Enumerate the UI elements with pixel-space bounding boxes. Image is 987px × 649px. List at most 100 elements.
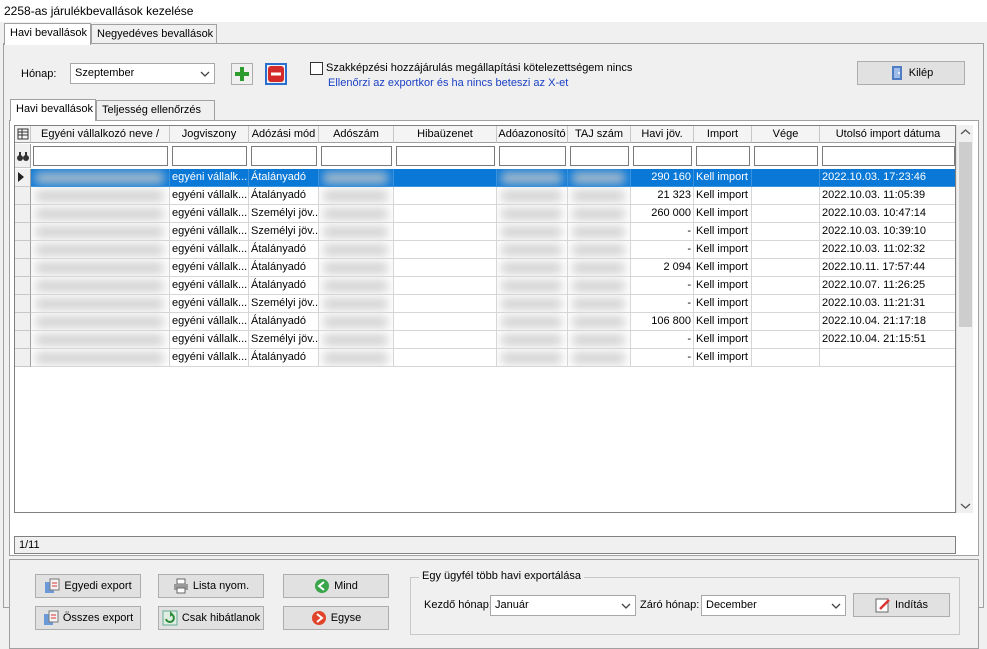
row-indicator[interactable]: [15, 223, 31, 241]
cell-jogviszony: egyéni vállalk...: [170, 169, 249, 187]
csak-hibatlanok-button[interactable]: Csak hibátlanok: [158, 606, 264, 630]
table-row[interactable]: egyéni vállalk... Átalányadó 106 800 Kell i…: [15, 313, 955, 331]
table-row[interactable]: egyéni vállalk... Átalányadó - Kell import 2…: [15, 241, 955, 259]
cell-hibauzenet: [394, 223, 497, 241]
lista-nyom-button[interactable]: Lista nyom.: [158, 574, 264, 598]
month-select[interactable]: Szeptember: [70, 63, 215, 84]
month-label: Hónap:: [21, 68, 57, 80]
row-indicator[interactable]: [15, 313, 31, 331]
filter-taj-szam[interactable]: [570, 146, 629, 166]
inditas-button[interactable]: Indítás: [853, 593, 950, 617]
cell-datum: 2022.10.04. 21:17:18: [820, 313, 955, 331]
redacted-area: [35, 334, 164, 346]
cell-datum: 2022.10.03. 11:21:31: [820, 295, 955, 313]
cell-hibauzenet: [394, 205, 497, 223]
tab-havi-bevallasok[interactable]: Havi bevallások: [4, 23, 91, 45]
row-indicator[interactable]: [15, 349, 31, 367]
col-header-vege[interactable]: Vége: [752, 126, 820, 143]
redacted-area: [572, 352, 625, 364]
cell-adozasi-mod: Átalányadó: [249, 187, 319, 205]
redacted-area: [501, 190, 562, 202]
cell-havi-jov: 106 800: [631, 313, 694, 331]
table-row[interactable]: egyéni vállalk... Átalányadó 290 160 Kell i…: [15, 169, 955, 187]
egyse-label: Egyse: [330, 612, 362, 624]
start-month-select[interactable]: Január: [490, 595, 636, 616]
row-indicator[interactable]: [15, 295, 31, 313]
table-row[interactable]: egyéni vállalk... Személyi jöv... 260 000 K…: [15, 205, 955, 223]
mind-button[interactable]: Mind: [283, 574, 389, 598]
filter-vege[interactable]: [754, 146, 818, 166]
table-row[interactable]: egyéni vállalk... Átalányadó - Kell import 2…: [15, 277, 955, 295]
add-button[interactable]: [231, 63, 253, 85]
table-row[interactable]: egyéni vállalk... Átalányadó - Kell import: [15, 349, 955, 367]
row-indicator[interactable]: [15, 205, 31, 223]
col-header-utolso-import[interactable]: Utolsó import dátuma: [820, 126, 955, 143]
tab-teljesseg-ellenorzes[interactable]: Teljesség ellenőrzés: [96, 100, 215, 120]
cell-adozasi-mod: Átalányadó: [249, 349, 319, 367]
filter-adozasi-mod[interactable]: [251, 146, 317, 166]
cell-nev: [31, 313, 170, 331]
cell-adoazonosito: [497, 205, 568, 223]
declarations-grid[interactable]: Egyéni vállalkozó neve / Jogviszony Adóz…: [14, 125, 956, 513]
row-indicator[interactable]: [15, 169, 31, 187]
scroll-thumb[interactable]: [959, 142, 972, 327]
filter-hibauzenet[interactable]: [396, 146, 495, 166]
row-indicator[interactable]: [15, 259, 31, 277]
filter-adoazonosito[interactable]: [499, 146, 566, 166]
cell-vege: [752, 169, 820, 187]
cell-hibauzenet: [394, 169, 497, 187]
table-row[interactable]: egyéni vállalk... Átalányadó 21 323 Kell im…: [15, 187, 955, 205]
row-indicator[interactable]: [15, 277, 31, 295]
redacted-area: [572, 244, 625, 256]
filter-adoszam[interactable]: [321, 146, 392, 166]
osszes-export-button[interactable]: Összes export: [35, 606, 141, 630]
egyedi-export-label: Egyedi export: [64, 580, 132, 592]
cell-adoazonosito: [497, 169, 568, 187]
cell-adoazonosito: [497, 259, 568, 277]
egyedi-export-button[interactable]: Egyedi export: [35, 574, 141, 598]
egyse-button[interactable]: Egyse: [283, 606, 389, 630]
filter-nev[interactable]: [33, 146, 168, 166]
filter-utolso-import[interactable]: [822, 146, 955, 166]
plus-icon: [235, 67, 249, 81]
table-row[interactable]: egyéni vállalk... Személyi jöv... - Kell im…: [15, 331, 955, 349]
redacted-area: [501, 352, 562, 364]
door-exit-icon: [891, 66, 902, 80]
col-header-jogviszony[interactable]: Jogviszony: [170, 126, 249, 143]
grid-corner[interactable]: [15, 126, 31, 143]
cell-import: Kell import: [694, 169, 752, 187]
col-header-adoazonosito[interactable]: Adóazonosító: [497, 126, 568, 143]
cell-taj-szam: [568, 259, 631, 277]
end-month-label: Záró hónap:: [640, 599, 700, 611]
row-indicator[interactable]: [15, 187, 31, 205]
filter-jogviszony[interactable]: [172, 146, 247, 166]
redacted-area: [501, 280, 562, 292]
cell-nev: [31, 169, 170, 187]
col-header-adoszam[interactable]: Adószám: [319, 126, 394, 143]
filter-havi-jov[interactable]: [633, 146, 692, 166]
col-header-nev[interactable]: Egyéni vállalkozó neve /: [31, 126, 170, 143]
col-header-taj-szam[interactable]: TAJ szám: [568, 126, 631, 143]
inditas-label: Indítás: [894, 599, 929, 611]
redacted-area: [323, 172, 388, 184]
remove-button[interactable]: [265, 63, 287, 85]
col-header-havi-jov[interactable]: Havi jöv.: [631, 126, 694, 143]
table-row[interactable]: egyéni vállalk... Személyi jöv... - Kell im…: [15, 223, 955, 241]
col-header-hibauzenet[interactable]: Hibaüzenet: [394, 126, 497, 143]
tab-inner-havi-bevallasok[interactable]: Havi bevallások: [10, 99, 96, 121]
table-row[interactable]: egyéni vállalk... Személyi jöv... - Kell im…: [15, 295, 955, 313]
col-header-adozasi-mod[interactable]: Adózási mód: [249, 126, 319, 143]
exit-button[interactable]: Kilép: [857, 61, 965, 85]
end-month-select[interactable]: December: [701, 595, 846, 616]
window-title: 2258-as járulékbevallások kezelése: [4, 4, 194, 18]
cell-import: Kell import: [694, 277, 752, 295]
szakkepzesi-checkbox[interactable]: [310, 62, 323, 75]
grid-vertical-scrollbar[interactable]: [956, 125, 973, 513]
row-indicator[interactable]: [15, 241, 31, 259]
col-header-import[interactable]: Import: [694, 126, 752, 143]
filter-row-indicator: [15, 144, 31, 168]
filter-import[interactable]: [696, 146, 750, 166]
table-row[interactable]: egyéni vállalk... Átalányadó 2 094 Kell imp…: [15, 259, 955, 277]
row-indicator[interactable]: [15, 331, 31, 349]
tab-negyedeves-bevallasok[interactable]: Negyedéves bevallások: [91, 24, 217, 44]
